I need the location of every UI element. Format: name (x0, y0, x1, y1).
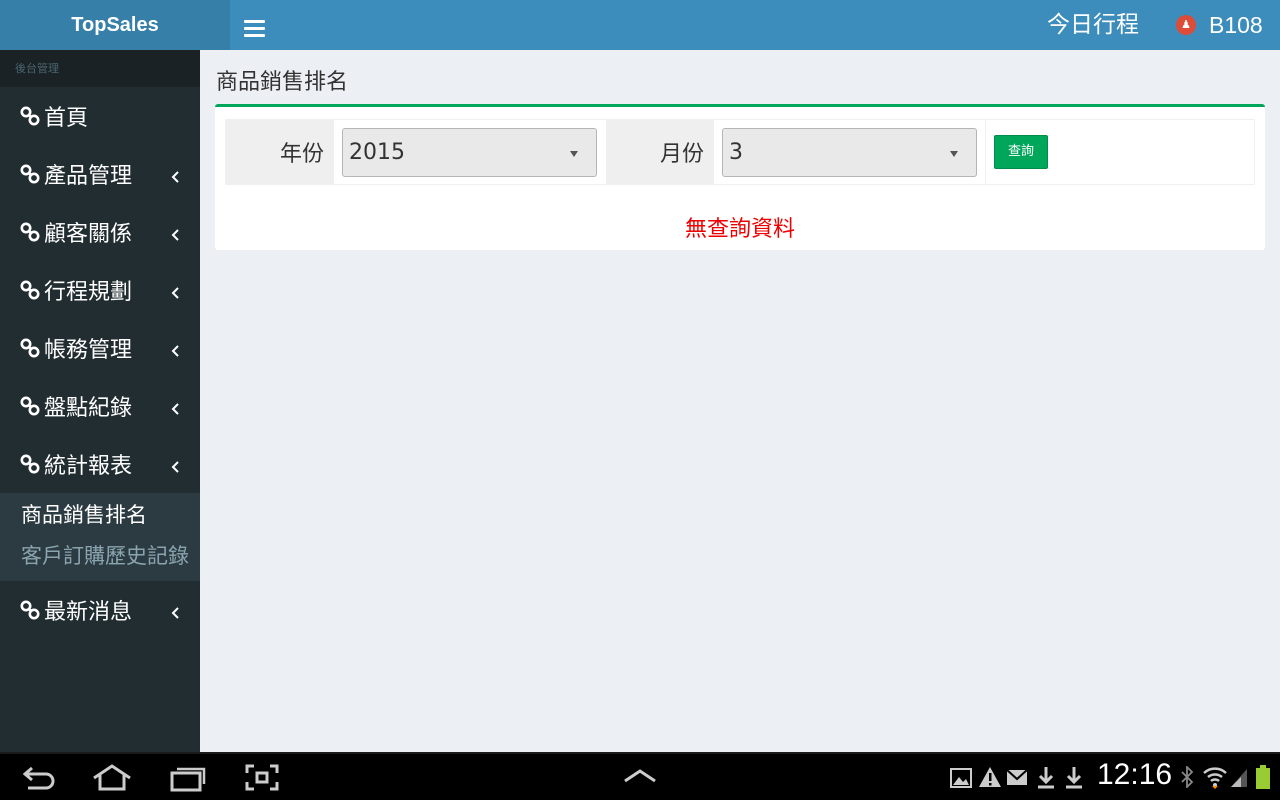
chevron-left-icon (171, 403, 179, 415)
month-cell: 3 (714, 120, 985, 184)
submenu-item-sales-ranking[interactable]: 商品銷售排名 (0, 495, 200, 536)
today-schedule-link[interactable]: 今日行程 (1047, 0, 1139, 50)
month-label: 月份 (606, 120, 714, 184)
chevron-left-icon (171, 287, 179, 299)
top-header: TopSales 今日行程 ♟ B108 (0, 0, 1280, 50)
month-select-value: 3 (729, 139, 743, 165)
reports-submenu: 商品銷售排名 客戶訂購歷史記錄 (0, 493, 200, 581)
year-select[interactable]: 2015 (342, 127, 597, 177)
recent-apps-icon[interactable] (170, 764, 206, 792)
link-icon (20, 396, 40, 416)
month-select[interactable]: 3 (722, 127, 977, 177)
sidebar-item-products[interactable]: 產品管理 (0, 145, 200, 203)
chevron-left-icon (171, 229, 179, 241)
wifi-icon (1203, 767, 1227, 789)
dropdown-arrow-icon (570, 150, 578, 157)
sidebar-item-label: 帳務管理 (44, 338, 133, 363)
sidebar-item-accounts[interactable]: 帳務管理 (0, 319, 200, 377)
menu-toggle-icon[interactable] (244, 20, 266, 40)
link-icon (20, 106, 40, 126)
year-select-value: 2015 (349, 139, 405, 165)
user-name: B108 (1209, 11, 1263, 38)
sidebar-item-label: 首頁 (44, 106, 89, 131)
empty-result-message: 無查詢資料 (684, 217, 795, 242)
mail-icon (1006, 769, 1028, 785)
sidebar-item-label: 產品管理 (44, 164, 133, 189)
page-title: 商品銷售排名 (216, 70, 349, 95)
sidebar: 後台管理 首頁 產品管理 顧客關係 行程規劃 帳務管理 盤點紀錄 統計報表 商品… (0, 50, 200, 752)
chevron-left-icon (171, 607, 179, 619)
download-icon (1038, 767, 1054, 789)
link-icon (20, 338, 40, 358)
sidebar-item-reports[interactable]: 統計報表 (0, 435, 200, 493)
sidebar-item-label: 顧客關係 (44, 222, 133, 247)
app-logo[interactable]: TopSales (0, 0, 230, 50)
filter-form: 年份 2015 月份 3 查詢 (225, 119, 1255, 185)
gallery-icon (950, 768, 972, 788)
link-icon (20, 164, 40, 184)
link-icon (20, 454, 40, 474)
year-label: 年份 (226, 120, 334, 184)
query-button[interactable]: 查詢 (994, 135, 1048, 169)
sidebar-item-inventory[interactable]: 盤點紀錄 (0, 377, 200, 435)
sidebar-item-label: 統計報表 (44, 454, 133, 479)
sidebar-item-home[interactable]: 首頁 (0, 87, 200, 145)
sidebar-item-label: 最新消息 (44, 600, 133, 625)
warning-icon (979, 767, 1001, 787)
report-box: 年份 2015 月份 3 查詢 無查詢資料 (215, 104, 1265, 250)
query-cell: 查詢 (985, 120, 1056, 184)
chevron-left-icon (171, 171, 179, 183)
year-cell: 2015 (334, 120, 606, 184)
sidebar-item-label: 行程規劃 (44, 280, 133, 305)
sidebar-item-news[interactable]: 最新消息 (0, 581, 200, 639)
download-icon (1066, 767, 1082, 789)
screenshot-icon[interactable] (245, 764, 281, 792)
chevron-left-icon (171, 461, 179, 473)
sidebar-item-schedule[interactable]: 行程規劃 (0, 261, 200, 319)
sidebar-section-header: 後台管理 (0, 50, 200, 87)
chevron-up-icon[interactable] (622, 768, 658, 784)
signal-icon (1231, 769, 1247, 787)
user-avatar-icon: ♟ (1176, 15, 1196, 35)
chevron-left-icon (171, 345, 179, 357)
submenu-item-order-history[interactable]: 客戶訂購歷史記錄 (0, 536, 200, 577)
sidebar-item-customers[interactable]: 顧客關係 (0, 203, 200, 261)
sidebar-item-label: 盤點紀錄 (44, 396, 133, 421)
battery-icon (1256, 765, 1270, 789)
back-icon[interactable] (20, 764, 56, 792)
link-icon (20, 222, 40, 242)
system-navigation-bar: 12:16 (0, 752, 1280, 800)
user-menu[interactable]: ♟ B108 (1176, 0, 1263, 50)
bluetooth-icon (1181, 766, 1194, 788)
home-icon[interactable] (90, 764, 134, 792)
clock: 12:16 (1097, 758, 1173, 791)
dropdown-arrow-icon (950, 150, 958, 157)
link-icon (20, 600, 40, 620)
link-icon (20, 280, 40, 300)
